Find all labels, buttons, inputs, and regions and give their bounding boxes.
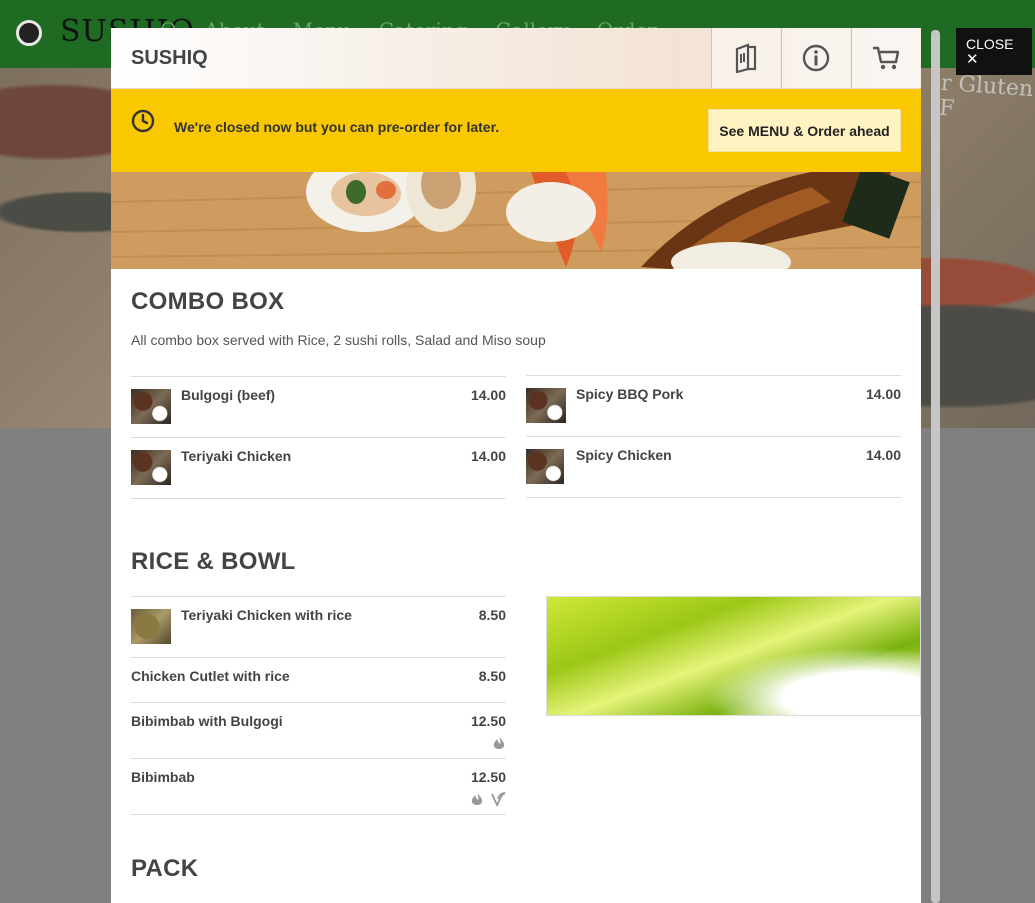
menu-item-price: 12.50 bbox=[470, 769, 506, 785]
menu-item-price: 14.00 bbox=[470, 387, 506, 403]
menu-item[interactable]: Teriyaki Chicken 14.00 bbox=[131, 437, 506, 498]
background-logo bbox=[16, 20, 42, 46]
menu-item-price: 14.00 bbox=[865, 447, 901, 463]
divider bbox=[526, 497, 901, 498]
menu-item-price: 12.50 bbox=[470, 713, 506, 729]
close-label: CLOSE bbox=[966, 36, 1014, 52]
info-icon bbox=[802, 44, 830, 72]
menu-item-image bbox=[526, 388, 566, 423]
menu-item-name: Teriyaki Chicken with rice bbox=[181, 607, 352, 623]
info-button[interactable] bbox=[781, 28, 850, 88]
cart-button[interactable] bbox=[851, 28, 920, 88]
menu-item-price: 8.50 bbox=[478, 668, 506, 684]
sushi-photo-graphic bbox=[111, 172, 921, 269]
vegetarian-icon bbox=[491, 792, 506, 807]
menu-item[interactable]: Teriyaki Chicken with rice 8.50 bbox=[131, 596, 506, 657]
menu-item[interactable]: Spicy Chicken 14.00 bbox=[526, 436, 901, 497]
clock-icon bbox=[131, 109, 155, 133]
menu-item-price: 14.00 bbox=[865, 386, 901, 402]
menu-item-name: Bibimbab bbox=[131, 769, 195, 785]
combo-box-items: Bulgogi (beef) 14.00 Teriyaki Chicken 14… bbox=[131, 375, 901, 516]
close-icon: ✕ bbox=[966, 51, 979, 68]
menu-content: COMBO BOX All combo box served with Rice… bbox=[111, 288, 921, 903]
menu-item-image bbox=[131, 450, 171, 485]
menu-item-name: Spicy BBQ Pork bbox=[576, 386, 684, 402]
close-button[interactable]: CLOSE ✕ bbox=[956, 28, 1032, 75]
menu-item-image bbox=[131, 389, 171, 424]
menu-item-name: Bulgogi (beef) bbox=[181, 387, 276, 403]
restaurant-modal: SUSHIQ We're closed now but you can pre-… bbox=[111, 28, 921, 903]
menu-item[interactable]: Bulgogi (beef) 14.00 bbox=[131, 376, 506, 437]
section-title-combo-box: COMBO BOX bbox=[131, 288, 285, 315]
rice-bowl-items: Teriyaki Chicken with rice 8.50 Chicken … bbox=[131, 596, 921, 826]
divider bbox=[131, 498, 506, 499]
spicy-icon bbox=[493, 736, 505, 749]
menu-item-image bbox=[526, 449, 564, 484]
divider bbox=[131, 814, 506, 815]
menu-item-name: Teriyaki Chicken bbox=[181, 448, 292, 464]
cart-icon bbox=[873, 46, 900, 70]
modal-title: SUSHIQ bbox=[131, 47, 208, 69]
menu-button[interactable] bbox=[711, 28, 780, 88]
menu-item-name: Spicy Chicken bbox=[576, 447, 672, 463]
menu-item[interactable]: Chicken Cutlet with rice 8.50 bbox=[131, 657, 506, 702]
modal-header: SUSHIQ bbox=[111, 28, 921, 89]
section-title-pack: PACK bbox=[131, 855, 199, 882]
menu-item-name: Bibimbab with Bulgogi bbox=[131, 713, 283, 729]
menu-item-name: Chicken Cutlet with rice bbox=[131, 668, 290, 684]
closed-notice-text: We're closed now but you can pre-order f… bbox=[174, 119, 500, 135]
sushi-banner-image bbox=[111, 172, 921, 269]
menu-item-price: 14.00 bbox=[470, 448, 506, 464]
menu-item-tags bbox=[492, 735, 506, 751]
modal-scrollbar[interactable] bbox=[931, 30, 940, 903]
promo-image bbox=[546, 596, 921, 716]
section-description-combo-box: All combo box served with Rice, 2 sushi … bbox=[131, 332, 546, 348]
background-sign-text: r Gluten F bbox=[938, 70, 1034, 122]
spicy-icon bbox=[471, 792, 483, 805]
menu-item-tags bbox=[470, 791, 506, 807]
menu-item[interactable]: Bibimbab 12.50 bbox=[131, 758, 506, 814]
menu-book-icon bbox=[735, 43, 757, 73]
menu-item-image bbox=[131, 609, 171, 644]
menu-item[interactable]: Bibimbab with Bulgogi 12.50 bbox=[131, 702, 506, 758]
menu-item[interactable]: Spicy BBQ Pork 14.00 bbox=[526, 375, 901, 436]
menu-item-price: 8.50 bbox=[478, 607, 506, 623]
see-menu-order-button[interactable]: See MENU & Order ahead bbox=[708, 109, 901, 152]
section-title-rice-bowl: RICE & BOWL bbox=[131, 548, 296, 575]
closed-notice-banner: We're closed now but you can pre-order f… bbox=[111, 89, 921, 172]
